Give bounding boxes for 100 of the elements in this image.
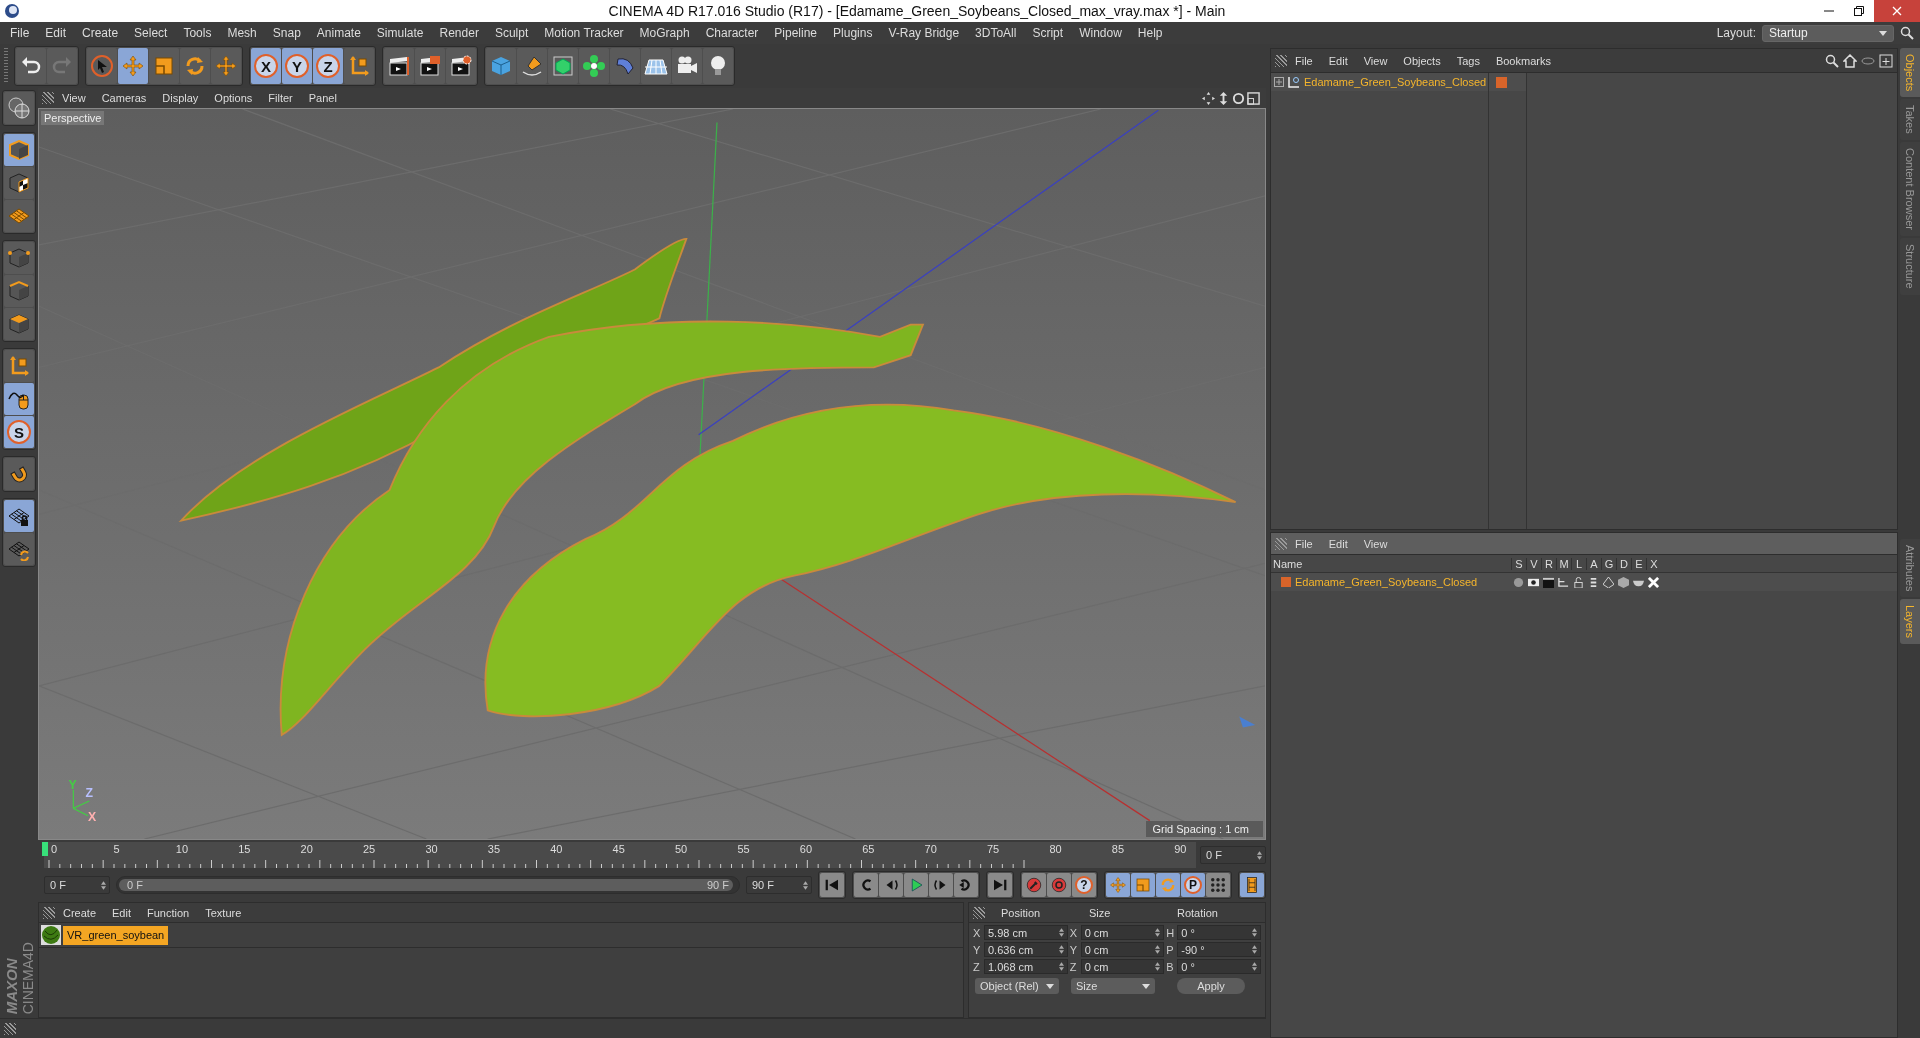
side-tab[interactable]: Objects <box>1900 48 1920 98</box>
pyramid-icon[interactable] <box>1603 576 1614 588</box>
menu-item[interactable]: Character <box>697 22 767 44</box>
material-name[interactable]: VR_green_soybean <box>63 925 169 945</box>
value-field[interactable]: -90 ° <box>1177 942 1261 957</box>
current-frame-field[interactable]: 0 F <box>1200 846 1266 864</box>
tool-button[interactable] <box>415 48 445 84</box>
viewport-menu-item[interactable]: Panel <box>300 92 345 104</box>
material-menu-item[interactable]: Texture <box>197 906 250 919</box>
side-tab[interactable]: Takes <box>1900 99 1920 141</box>
value-field[interactable]: 0 ° <box>1177 959 1261 974</box>
dot-icon[interactable] <box>1513 576 1524 588</box>
pan-icon[interactable] <box>1202 91 1215 105</box>
viewport-menu-item[interactable]: Cameras <box>93 92 155 104</box>
side-tab[interactable]: Attributes <box>1900 538 1920 598</box>
tool-button[interactable] <box>16 48 46 84</box>
tool-button[interactable]: X <box>251 48 281 84</box>
value-field[interactable]: 1.068 cm <box>984 959 1068 974</box>
menu-item[interactable]: Mesh <box>219 22 265 44</box>
coordinate-mode-dropdown[interactable]: Object (Rel) <box>975 978 1059 994</box>
object-menu-item[interactable]: File <box>1287 54 1321 67</box>
lock-icon[interactable] <box>1573 576 1584 588</box>
tool-button[interactable] <box>4 500 34 532</box>
tool-button[interactable] <box>579 48 609 84</box>
size-mode-dropdown[interactable]: Size <box>1071 978 1155 994</box>
value-field[interactable]: 0 cm <box>1080 925 1165 940</box>
cross-icon[interactable] <box>1648 576 1659 588</box>
material-menu-item[interactable]: Edit <box>104 906 139 919</box>
tool-button[interactable] <box>672 48 702 84</box>
viewport[interactable]: Perspective Y Z X Grid Spacing : 1 cm <box>38 108 1266 840</box>
object-menu-item[interactable]: View <box>1355 54 1396 67</box>
new-panel-icon[interactable] <box>1879 53 1893 68</box>
menu-item[interactable]: Sculpt <box>486 22 537 44</box>
viewport-menu-item[interactable]: View <box>54 92 94 104</box>
timeline-ruler[interactable]: 0 5 10 15 20 25 30 35 40 45 50 55 60 65 70 75 80 85 90 <box>44 842 1196 868</box>
menu-item[interactable]: Render <box>431 22 487 44</box>
material-menu-item[interactable]: Function <box>139 906 198 919</box>
bars-icon[interactable] <box>1588 576 1599 588</box>
side-tab[interactable]: Structure <box>1900 238 1920 295</box>
tool-button[interactable] <box>703 48 733 84</box>
object-menu-item[interactable]: Edit <box>1320 54 1356 67</box>
menu-item[interactable]: Script <box>1024 22 1072 44</box>
viewport-menu-item[interactable]: Display <box>154 92 207 104</box>
maximize-icon[interactable] <box>1247 91 1260 105</box>
menu-item[interactable]: Motion Tracker <box>536 22 632 44</box>
menu-item[interactable]: Create <box>74 22 127 44</box>
tool-button[interactable]: Y <box>282 48 312 84</box>
material-menu-item[interactable]: Create <box>55 906 105 919</box>
value-field[interactable]: 0 cm <box>1080 942 1165 957</box>
menu-item[interactable]: Animate <box>308 22 369 44</box>
object-menu-item[interactable]: Objects <box>1395 54 1449 67</box>
value-field[interactable]: 0 cm <box>1080 959 1165 974</box>
menu-item[interactable]: Plugins <box>825 22 881 44</box>
tool-button[interactable]: Z <box>313 48 343 84</box>
layer-menu-item[interactable]: Edit <box>1320 537 1356 550</box>
menu-item[interactable]: Snap <box>264 22 309 44</box>
object-menu-item[interactable]: Bookmarks <box>1487 54 1559 67</box>
tool-button[interactable] <box>4 167 34 199</box>
start-frame-field[interactable]: 0 F <box>44 876 110 894</box>
home-icon[interactable] <box>1843 53 1857 68</box>
search-icon[interactable] <box>1825 53 1839 68</box>
menu-item[interactable]: Simulate <box>368 22 432 44</box>
viewport-menu-item[interactable]: Options <box>206 92 261 104</box>
search-icon[interactable] <box>1900 26 1914 40</box>
tool-button[interactable] <box>4 383 34 415</box>
value-field[interactable]: 5.98 cm <box>984 925 1068 940</box>
layer-menu-item[interactable]: View <box>1355 537 1396 550</box>
expand-icon[interactable] <box>1274 77 1284 87</box>
menu-item[interactable]: MoGraph <box>631 22 698 44</box>
hierarchy-icon[interactable] <box>1558 576 1569 588</box>
tool-button[interactable]: P <box>1181 873 1205 897</box>
dolly-icon[interactable] <box>1217 91 1230 105</box>
frame-range-slider[interactable]: 0 F 90 F <box>116 876 740 894</box>
orbit-icon[interactable] <box>1232 91 1245 105</box>
menu-item[interactable]: Pipeline <box>766 22 826 44</box>
tool-button[interactable] <box>384 48 414 84</box>
menu-item[interactable]: Help <box>1129 22 1171 44</box>
menu-item[interactable]: Edit <box>37 22 75 44</box>
value-field[interactable]: 0 ° <box>1177 925 1261 940</box>
tool-button[interactable]: S <box>4 416 34 448</box>
menu-item[interactable]: Window <box>1071 22 1130 44</box>
menu-item[interactable]: Tools <box>175 22 220 44</box>
side-tab[interactable]: Content Browser <box>1900 142 1920 236</box>
eye-icon[interactable] <box>1528 576 1539 588</box>
end-frame-field[interactable]: 90 F <box>746 876 812 894</box>
layout-dropdown[interactable]: Startup <box>1762 24 1894 42</box>
apply-button[interactable]: Apply <box>1177 978 1245 994</box>
layer-name[interactable]: Edamame_Green_Soybeans_Closed <box>1295 576 1478 588</box>
box-icon[interactable] <box>1618 576 1629 588</box>
menu-item[interactable]: Select <box>126 22 176 44</box>
material-sphere-icon[interactable] <box>41 925 61 945</box>
tool-button[interactable]: ? <box>1072 873 1096 897</box>
object-menu-item[interactable]: Tags <box>1448 54 1488 67</box>
menu-item[interactable]: 3DToAll <box>967 22 1025 44</box>
tool-button[interactable] <box>446 48 476 84</box>
viewport-menu-item[interactable]: Filter <box>260 92 301 104</box>
side-tab[interactable]: Layers <box>1900 599 1920 645</box>
value-field[interactable]: 0.636 cm <box>984 942 1068 957</box>
menu-item[interactable]: File <box>2 22 38 44</box>
tool-button[interactable] <box>4 533 34 565</box>
